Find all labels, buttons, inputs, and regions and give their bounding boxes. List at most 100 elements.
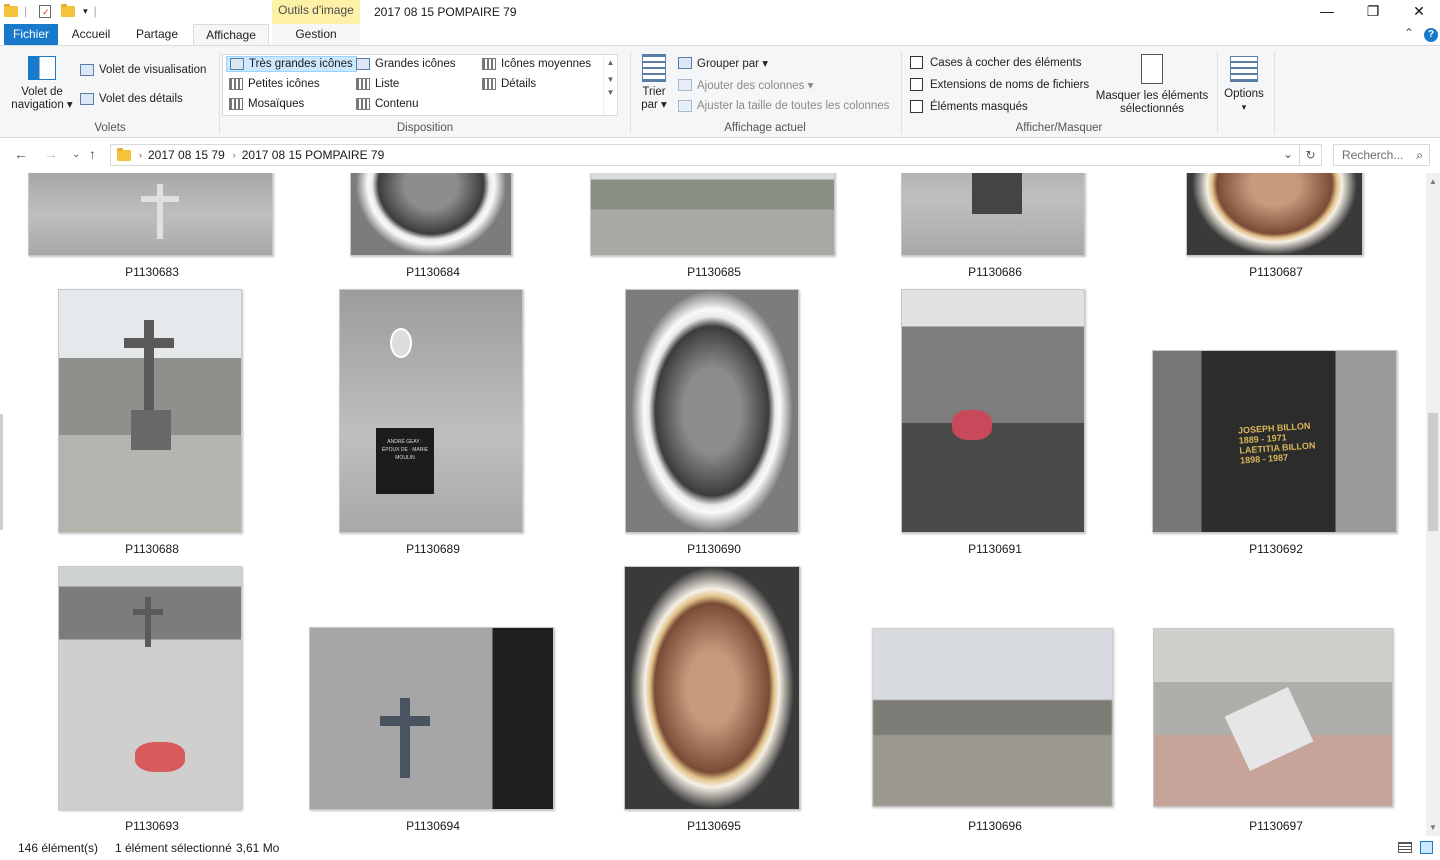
details-view-icon[interactable] — [1398, 842, 1412, 853]
ribbon: Volet de navigation ▾ Volet de visualisa… — [0, 45, 1440, 138]
thumbnail-P1130690[interactable] — [625, 289, 799, 533]
up-button[interactable]: ↑ — [89, 146, 96, 162]
thumbnail-P1130688[interactable] — [58, 289, 242, 533]
file-view[interactable]: P1130683 P1130684 P1130685 P1130686 P113… — [0, 173, 1426, 836]
address-dropdown-icon[interactable]: ⌄ — [1283, 147, 1293, 161]
back-button[interactable]: ← — [14, 146, 28, 162]
crumb-separator[interactable]: › — [139, 150, 142, 160]
thumbnail-P1130686[interactable] — [901, 173, 1085, 256]
details-icon — [482, 78, 496, 90]
file-label[interactable]: P1130688 — [17, 542, 287, 556]
gallery-down-icon[interactable]: ▼ — [604, 75, 617, 84]
scrollbar-thumb[interactable] — [1428, 413, 1438, 531]
add-columns-button[interactable]: Ajouter des colonnes ▾ — [678, 78, 813, 92]
thumbnail-P1130695[interactable] — [624, 566, 800, 810]
crumb-separator[interactable]: › — [233, 150, 236, 160]
checkbox-items-toggle[interactable]: Cases à cocher des éléments — [910, 56, 1082, 69]
tab-fichier[interactable]: Fichier — [4, 24, 58, 46]
thumbnail-P1130693[interactable] — [58, 566, 242, 810]
file-label[interactable]: P1130692 — [1141, 542, 1411, 556]
tab-accueil[interactable]: Accueil — [62, 24, 120, 46]
large-icons-icon — [356, 58, 370, 70]
layout-extra-large-icons[interactable]: Très grandes icônes — [226, 56, 357, 72]
tab-gestion[interactable]: Gestion — [272, 24, 360, 46]
vertical-scrollbar[interactable]: ▲ ▼ — [1426, 173, 1440, 836]
group-label-show-hide: Afficher/Masquer — [1015, 122, 1103, 134]
thumbnail-P1130692[interactable]: JOSEPH BILLON 1889 - 1971 LAETITIA BILLO… — [1152, 350, 1397, 533]
sort-by-button[interactable]: Trier par ▾ — [636, 54, 672, 112]
file-label[interactable]: P1130690 — [579, 542, 849, 556]
thumbnail-P1130683[interactable] — [28, 173, 273, 256]
layout-large-icons[interactable]: Grandes icônes — [353, 57, 459, 71]
file-label[interactable]: P1130684 — [298, 265, 568, 279]
file-extensions-checkbox[interactable] — [910, 78, 923, 91]
file-label[interactable]: P1130691 — [860, 542, 1130, 556]
thumbnail-P1130684[interactable] — [350, 173, 512, 256]
pane-splitter[interactable] — [0, 414, 3, 530]
checkbox-items-checkbox[interactable] — [910, 56, 923, 69]
checkbox-items-label: Cases à cocher des éléments — [930, 56, 1082, 69]
customize-qa-icon[interactable]: ▾ — [83, 6, 88, 17]
hide-selected-button[interactable]: Masquer les éléments sélectionnés — [1094, 54, 1210, 116]
nav-pane-button[interactable]: Volet de navigation ▾ — [8, 56, 76, 112]
hidden-items-checkbox[interactable] — [910, 100, 923, 113]
collapse-ribbon-icon[interactable]: ⌃ — [1404, 26, 1414, 40]
address-box[interactable]: › 2017 08 15 79 › 2017 08 15 POMPAIRE 79… — [110, 144, 1300, 166]
new-folder-icon[interactable] — [61, 3, 76, 17]
sort-label-2: par ▾ — [641, 99, 667, 111]
forward-button[interactable]: → — [44, 146, 58, 162]
ribbon-tabs: Fichier Accueil Partage Affichage Gestio… — [0, 24, 1440, 47]
scroll-up-icon[interactable]: ▲ — [1429, 177, 1437, 186]
properties-icon[interactable]: ✓ — [39, 4, 52, 18]
item-count: 146 élément(s) — [18, 841, 99, 855]
tab-partage[interactable]: Partage — [126, 24, 188, 46]
layout-gallery-scroll[interactable]: ▲ ▼ ▼ — [603, 55, 617, 115]
layout-content[interactable]: Contenu — [353, 97, 421, 111]
file-label[interactable]: P1130694 — [298, 819, 568, 833]
file-label[interactable]: P1130695 — [579, 819, 849, 833]
search-input[interactable]: Recherch... ⌕ — [1333, 144, 1430, 166]
large-icons-view-icon[interactable] — [1420, 841, 1433, 854]
recent-locations-button[interactable]: ⌄ — [72, 149, 80, 160]
layout-tiles[interactable]: Mosaïques — [226, 97, 307, 111]
minimize-button[interactable]: — — [1304, 0, 1350, 24]
layout-small-icons[interactable]: Petites icônes — [226, 77, 323, 91]
details-pane-button[interactable]: Volet des détails — [80, 93, 183, 105]
hidden-items-toggle[interactable]: Éléments masqués — [910, 100, 1028, 113]
breadcrumb-current[interactable]: 2017 08 15 POMPAIRE 79 — [242, 148, 385, 162]
layout-list[interactable]: Liste — [353, 77, 402, 91]
gallery-up-icon[interactable]: ▲ — [604, 58, 617, 67]
file-label[interactable]: P1130685 — [579, 265, 849, 279]
breadcrumb-parent[interactable]: 2017 08 15 79 — [148, 148, 225, 162]
thumbnail-P1130687[interactable] — [1186, 173, 1363, 256]
file-label[interactable]: P1130683 — [17, 265, 287, 279]
file-label[interactable]: P1130693 — [17, 819, 287, 833]
thumbnail-P1130697[interactable] — [1153, 628, 1393, 807]
maximize-button[interactable]: ❐ — [1350, 0, 1396, 24]
fit-columns-button[interactable]: Ajuster la taille de toutes les colonnes — [678, 100, 889, 112]
tab-affichage[interactable]: Affichage — [193, 24, 269, 47]
group-by-button[interactable]: Grouper par ▾ — [678, 56, 768, 70]
thumbnail-P1130685[interactable] — [590, 173, 835, 256]
group-separator — [1274, 52, 1275, 134]
file-label[interactable]: P1130696 — [860, 819, 1130, 833]
file-label[interactable]: P1130697 — [1141, 819, 1411, 833]
help-icon[interactable]: ? — [1424, 28, 1438, 42]
preview-pane-button[interactable]: Volet de visualisation — [80, 64, 206, 76]
close-button[interactable]: ✕ — [1396, 0, 1440, 24]
file-label[interactable]: P1130687 — [1141, 265, 1411, 279]
options-button[interactable]: Options ▾ — [1220, 56, 1268, 114]
thumbnail-P1130691[interactable] — [901, 289, 1085, 533]
gallery-more-icon[interactable]: ▼ — [604, 88, 617, 97]
thumbnail-P1130689[interactable]: ANDRÉ GEAY · ÉPOUX DE · MARIE MOULIN — [339, 289, 523, 533]
layout-medium-icons[interactable]: Icônes moyennes — [479, 57, 594, 71]
preview-pane-label: Volet de visualisation — [99, 64, 207, 76]
thumbnail-P1130694[interactable] — [309, 627, 554, 810]
refresh-button[interactable]: ↻ — [1300, 144, 1322, 166]
file-label[interactable]: P1130689 — [298, 542, 568, 556]
file-label[interactable]: P1130686 — [860, 265, 1130, 279]
thumbnail-P1130696[interactable] — [872, 628, 1113, 807]
layout-details[interactable]: Détails — [479, 77, 539, 91]
file-extensions-toggle[interactable]: Extensions de noms de fichiers — [910, 78, 1089, 91]
scroll-down-icon[interactable]: ▼ — [1429, 823, 1437, 832]
